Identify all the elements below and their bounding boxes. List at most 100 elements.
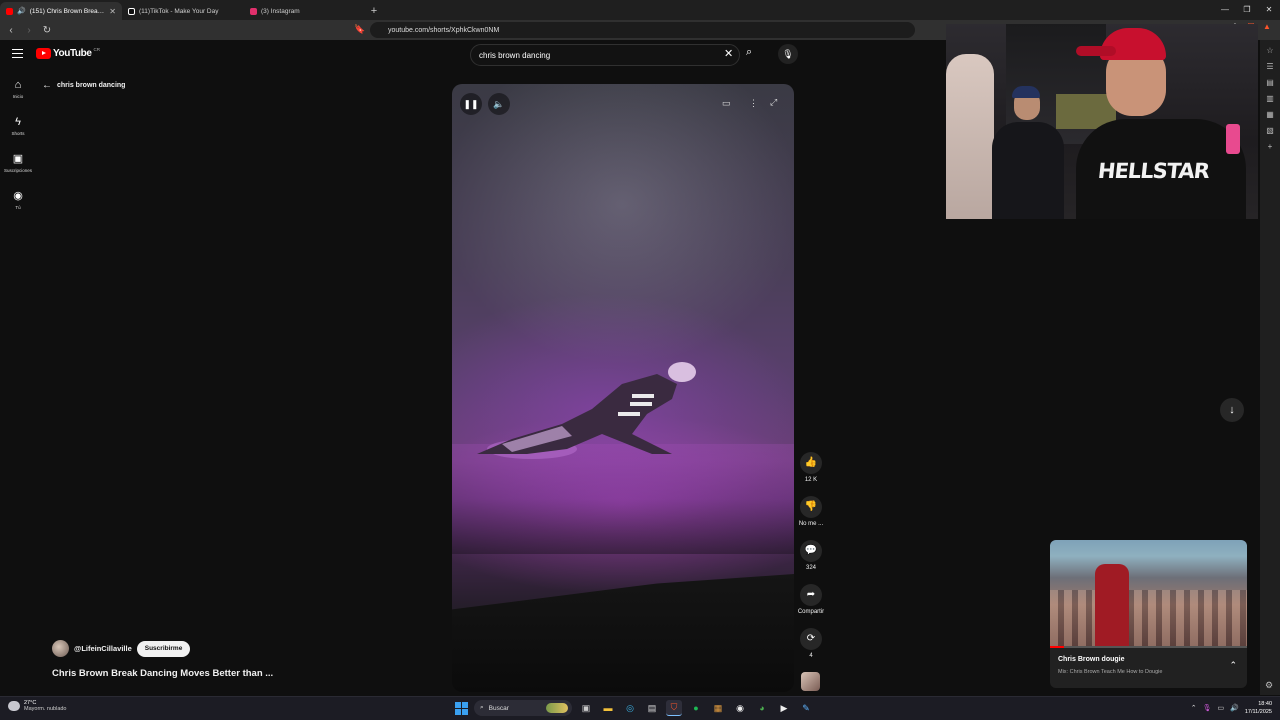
cam-person-middle	[986, 84, 1066, 219]
fullscreen-icon[interactable]: ⤢	[770, 97, 777, 108]
notes-icon[interactable]: ▦	[1266, 110, 1274, 119]
reload-icon[interactable]: ↻	[40, 25, 54, 36]
like-count: 12 K	[804, 477, 818, 483]
spotify-icon[interactable]: ●	[688, 700, 704, 716]
taskbar-search[interactable]: ⌕ Buscar	[474, 700, 572, 716]
like-action[interactable]: 👍 12 K	[796, 452, 826, 496]
clear-search-icon[interactable]: ✕	[724, 47, 733, 60]
next-short-button[interactable]: ↓	[1220, 398, 1244, 422]
windows-start-icon[interactable]	[455, 701, 468, 715]
browser-tab-tiktok[interactable]: (11)TikTok - Make Your Day	[122, 2, 244, 20]
cloud-icon	[8, 701, 20, 711]
sound-thumbnail[interactable]	[801, 672, 820, 691]
thumbs-up-icon[interactable]: 👍	[800, 452, 822, 474]
url-text: youtube.com/shorts/XphkCkwn0NM	[388, 26, 500, 34]
chevron-up-icon[interactable]: ⌃	[1191, 704, 1197, 712]
maximize-icon[interactable]: ❐	[1236, 0, 1258, 20]
dislike-action[interactable]: 👎 No me ...	[796, 496, 826, 540]
browser-tab-youtube[interactable]: 🔊 (151) Chris Brown Break Dancing ✕	[0, 2, 122, 20]
comment-icon[interactable]: 💬	[800, 540, 822, 562]
url-field[interactable]: youtube.com/shorts/XphkCkwn0NM	[370, 22, 915, 38]
back-icon[interactable]: ‹	[4, 25, 18, 36]
photos-icon[interactable]: ▦	[710, 700, 726, 716]
add-panel-icon[interactable]: +	[1268, 142, 1273, 151]
youtube-play-icon	[36, 48, 51, 59]
search-icon: ⌕	[480, 704, 484, 711]
mic-tray-icon[interactable]: 🎙	[1203, 704, 1212, 712]
sidebar-item-label: Suscripciones	[3, 168, 32, 173]
sidebar: ⌂ Inicio ϟ Shorts ▣ Suscripciones ◉ Tú	[0, 76, 36, 224]
tab-title: (3) Instagram	[261, 7, 300, 15]
instagram-favicon-icon	[250, 7, 257, 15]
obs-icon[interactable]: ◉	[732, 700, 748, 716]
comments-action[interactable]: 💬 324	[796, 540, 826, 584]
microphone-icon[interactable]: 🎙	[778, 44, 798, 64]
shorts-icon: ϟ	[15, 116, 21, 128]
bookmark-icon[interactable]: 🔖	[354, 24, 365, 35]
bookmarks-icon[interactable]: ☆	[1266, 46, 1273, 55]
brave-rewards-icon[interactable]: ▲	[1262, 22, 1272, 32]
history-icon[interactable]: ▤	[1266, 78, 1274, 87]
mini-player-thumbnail[interactable]	[1050, 540, 1247, 648]
paint-icon[interactable]: ✎	[798, 700, 814, 716]
search-highlight-icon	[546, 703, 568, 713]
cam-person-right: HELLSTAR	[1066, 24, 1256, 219]
sidebar-item-tu[interactable]: ◉ Tú	[0, 187, 36, 224]
forward-icon[interactable]: ›	[22, 25, 36, 36]
network-icon[interactable]: ▭	[1218, 704, 1225, 712]
search-icon[interactable]: ⌕	[746, 46, 752, 59]
remix-icon[interactable]: ⟳	[800, 628, 822, 650]
share-icon[interactable]: ➦	[800, 584, 822, 606]
clock[interactable]: 18:40 17/11/2025	[1245, 700, 1272, 716]
reading-list-icon[interactable]: ☰	[1266, 62, 1273, 71]
brave-browser-icon[interactable]: ⛉	[666, 700, 682, 716]
sidebar-item-shorts[interactable]: ϟ Shorts	[0, 113, 36, 150]
video-title[interactable]: Chris Brown Break Dancing Moves Better t…	[52, 668, 273, 679]
share-action[interactable]: ➦ Compartir	[796, 584, 826, 628]
thumbs-down-icon[interactable]: 👎	[800, 496, 822, 518]
chevron-up-icon[interactable]: ⌃	[1229, 660, 1237, 671]
volume-icon[interactable]: 🔈	[488, 93, 510, 115]
youtube-logo[interactable]: YouTube CR	[36, 47, 100, 59]
volume-tray-icon[interactable]: 🔊	[1230, 704, 1239, 712]
weather-widget[interactable]: 27°C Mayorm. nublado	[8, 700, 67, 712]
edge-icon[interactable]: ◎	[622, 700, 638, 716]
wallet-icon[interactable]: ▥	[1266, 94, 1274, 103]
taskbar-search-label: Buscar	[488, 704, 509, 712]
dislike-label: No me ...	[798, 521, 824, 527]
logo-text: YouTube	[53, 48, 92, 59]
store-icon[interactable]: ▤	[644, 700, 660, 716]
menu-icon[interactable]	[12, 49, 23, 58]
settings-icon[interactable]: ⚙	[1265, 680, 1273, 691]
you-icon: ◉	[13, 190, 23, 202]
close-tab-icon[interactable]: ✕	[109, 7, 116, 16]
search-input[interactable]: chris brown dancing	[470, 44, 740, 66]
pause-icon[interactable]: ❚❚	[460, 93, 482, 115]
tabs-icon[interactable]: ▧	[1266, 126, 1274, 135]
mini-player[interactable]: Chris Brown dougie Mix: Chris Brown Teac…	[1050, 540, 1247, 688]
sidebar-item-suscripciones[interactable]: ▣ Suscripciones	[0, 150, 36, 187]
system-tray: ⌃ 🎙 ▭ 🔊 18:40 17/11/2025	[1191, 700, 1272, 716]
speaker-icon: 🔊	[17, 8, 26, 15]
subscribe-button[interactable]: Suscribirme	[136, 640, 191, 657]
remix-action[interactable]: ⟳ 4	[796, 628, 826, 672]
captions-icon[interactable]: ▭	[722, 98, 731, 109]
sidebar-item-inicio[interactable]: ⌂ Inicio	[0, 76, 36, 113]
task-view-icon[interactable]: ▣	[578, 700, 594, 716]
close-window-icon[interactable]: ✕	[1258, 0, 1280, 20]
back-to-search[interactable]: ← chris brown dancing	[42, 80, 125, 91]
avatar[interactable]	[52, 640, 69, 657]
new-tab-button[interactable]: +	[366, 2, 382, 20]
file-explorer-icon[interactable]: ▬	[600, 700, 616, 716]
tiktok-favicon-icon	[128, 7, 135, 15]
subscriptions-icon: ▣	[12, 153, 24, 165]
browser-tab-instagram[interactable]: (3) Instagram	[244, 2, 366, 20]
back-label: chris brown dancing	[57, 82, 126, 89]
shorts-video-player[interactable]: ❚❚ 🔈 ▭ ⋮ ⤢	[452, 84, 794, 692]
sidebar-item-label: Tú	[15, 205, 21, 210]
minimize-icon[interactable]: —	[1214, 0, 1236, 20]
media-player-icon[interactable]: ▶	[776, 700, 792, 716]
more-options-icon[interactable]: ⋮	[749, 98, 758, 109]
chrome-icon[interactable]: ◕	[754, 700, 770, 716]
channel-name[interactable]: @LifeinCillaville	[74, 644, 132, 653]
